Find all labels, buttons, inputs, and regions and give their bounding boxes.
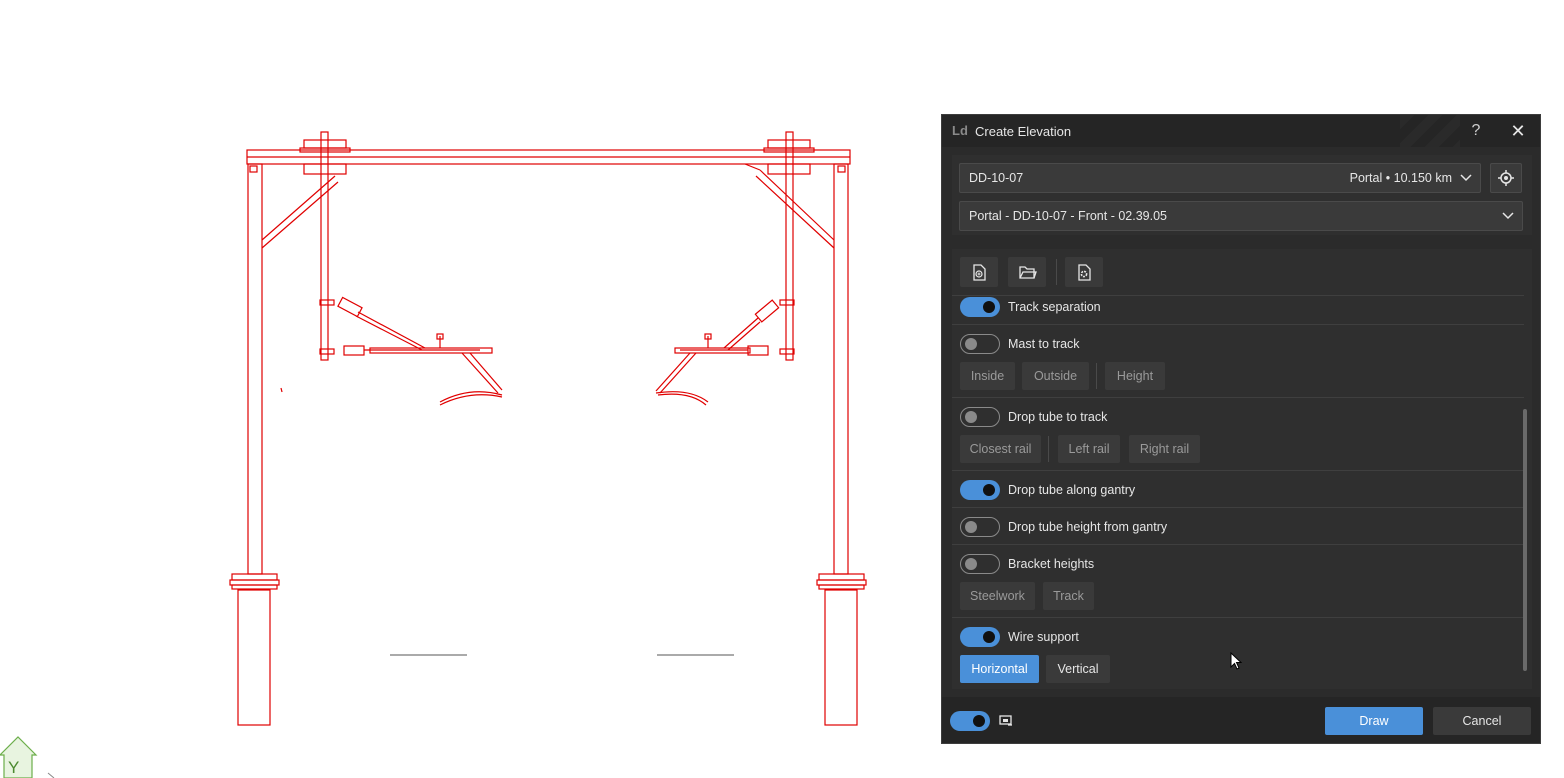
open-folder-button[interactable] [1008, 257, 1046, 287]
view-label: Portal - DD-10-07 - Front - 02.39.05 [969, 209, 1167, 223]
settings-file-button[interactable] [1065, 257, 1103, 287]
structure-id: DD-10-07 [969, 171, 1024, 185]
drop-tube-to-track-label: Drop tube to track [1008, 410, 1108, 424]
options-scrollbar[interactable] [1523, 409, 1527, 671]
divider [952, 397, 1524, 398]
inside-button[interactable]: Inside [960, 362, 1015, 390]
divider [952, 470, 1524, 471]
pill-separator [1048, 436, 1049, 462]
dialog-footer: Draw Cancel [942, 697, 1540, 743]
drop-tube-along-gantry-toggle[interactable] [960, 480, 1000, 500]
mast-to-track-label: Mast to track [1008, 337, 1080, 351]
drop-tube-to-track-toggle[interactable] [960, 407, 1000, 427]
mouse-cursor-icon [1230, 652, 1243, 670]
drop-tube-height-label: Drop tube height from gantry [1008, 520, 1168, 534]
draw-button[interactable]: Draw [1325, 707, 1423, 735]
track-button[interactable]: Track [1043, 582, 1094, 610]
track-separation-label: Track separation [1008, 300, 1101, 314]
bracket-heights-toggle[interactable] [960, 554, 1000, 574]
selection-panel: DD-10-07 Portal • 10.150 km Portal - DD-… [952, 155, 1532, 235]
dialog-titlebar[interactable]: Ld Create Elevation ? ✕ [942, 115, 1540, 147]
track-separation-toggle[interactable] [960, 297, 1000, 317]
pill-separator [1096, 363, 1097, 389]
right-rail-button[interactable]: Right rail [1129, 435, 1200, 463]
steelwork-button[interactable]: Steelwork [960, 582, 1035, 610]
drop-tube-along-gantry-label: Drop tube along gantry [1008, 483, 1136, 497]
vertical-button[interactable]: Vertical [1046, 655, 1110, 683]
closest-rail-button[interactable]: Closest rail [960, 435, 1041, 463]
left-drop-tube [320, 131, 329, 361]
left-mast [247, 163, 263, 575]
locate-button[interactable] [1490, 163, 1522, 193]
divider [952, 544, 1524, 545]
close-button[interactable]: ✕ [1508, 121, 1528, 141]
wire-support-toggle[interactable] [960, 627, 1000, 647]
chevron-down-icon [1460, 174, 1472, 182]
outside-button[interactable]: Outside [1022, 362, 1089, 390]
structure-meta: Portal • 10.150 km [1349, 171, 1452, 185]
left-foundation [237, 589, 271, 726]
divider [952, 617, 1524, 618]
horizontal-button[interactable]: Horizontal [960, 655, 1039, 683]
wire-support-label: Wire support [1008, 630, 1079, 644]
help-button[interactable]: ? [1466, 121, 1486, 141]
preview-icon [999, 715, 1012, 726]
ucs-axis-icon: Y [0, 736, 55, 778]
right-foundation [824, 589, 858, 726]
divider [952, 324, 1524, 325]
ucs-axis-label: Y [8, 758, 19, 777]
cancel-button[interactable]: Cancel [1433, 707, 1531, 735]
titlebar-decoration [1400, 115, 1460, 147]
divider [952, 507, 1524, 508]
chevron-down-icon [1502, 212, 1514, 220]
right-drop-tube [785, 131, 794, 361]
left-rail-button[interactable]: Left rail [1058, 435, 1120, 463]
toolbar-separator [1056, 259, 1057, 285]
create-elevation-dialog: Ld Create Elevation ? ✕ DD-10-07 Portal … [941, 114, 1541, 744]
right-mast [833, 163, 849, 575]
settings-file-icon [1078, 264, 1091, 281]
structure-select[interactable]: DD-10-07 Portal • 10.150 km [959, 163, 1481, 193]
height-button[interactable]: Height [1105, 362, 1165, 390]
crosshair-icon [1498, 170, 1514, 186]
dialog-title: Create Elevation [975, 124, 1072, 139]
options-panel: Track separation Mast to track Inside Ou… [952, 249, 1532, 689]
app-logo: Ld [952, 123, 968, 138]
mast-to-track-toggle[interactable] [960, 334, 1000, 354]
view-select[interactable]: Portal - DD-10-07 - Front - 02.39.05 [959, 201, 1523, 231]
footer-toggle[interactable] [950, 711, 990, 731]
new-file-button[interactable] [960, 257, 998, 287]
bracket-heights-label: Bracket heights [1008, 557, 1095, 571]
divider [952, 295, 1524, 296]
drawing-canvas[interactable] [0, 0, 930, 778]
open-folder-icon [1019, 266, 1037, 279]
new-file-icon [973, 264, 986, 281]
drop-tube-height-toggle[interactable] [960, 517, 1000, 537]
